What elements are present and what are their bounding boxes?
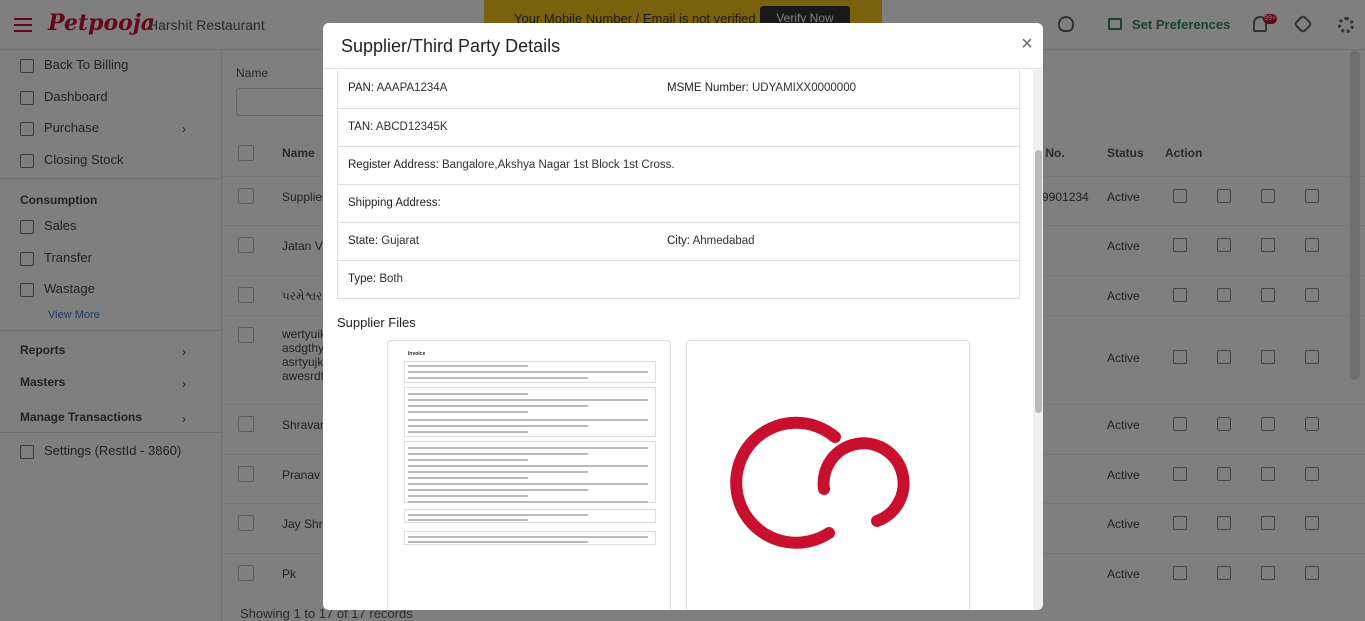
pan-field: PAN: AAAPA1234A [348,82,448,94]
invoice-line [408,465,648,467]
invoice-title: Invoice [408,351,426,357]
invoice-line [408,447,648,449]
invoice-totals-box [404,509,656,523]
invoice-line [408,393,528,395]
invoice-line [408,459,528,461]
invoice-line [408,399,648,401]
invoice-line [408,471,588,473]
invoice-line [408,365,528,367]
details-row: State: Gujarat City: Ahmedabad [338,222,1019,260]
file-card-invoice[interactable]: Invoice [387,340,671,610]
supplier-details-modal: Supplier/Third Party Details × PAN: AAAP… [323,23,1043,610]
invoice-line [408,495,528,497]
details-row: Shipping Address: [338,184,1019,222]
invoice-line [408,453,588,455]
close-icon[interactable]: × [1017,34,1037,54]
city-field: City: Ahmedabad [667,235,755,247]
invoice-tax-box [404,531,656,545]
msme-field: MSME Number: UDYAMIXX0000000 [667,82,856,94]
details-row: Type: Both [338,260,1019,298]
file-card-logo[interactable] [686,340,970,610]
register-address-field: Register Address: Bangalore,Akshya Nagar… [348,159,675,171]
modal-header: Supplier/Third Party Details × [323,23,1043,69]
invoice-line [408,431,528,433]
invoice-line [408,411,528,413]
details-row: PAN: AAAPA1234A MSME Number: UDYAMIXX000… [338,70,1019,108]
details-table: PAN: AAAPA1234A MSME Number: UDYAMIXX000… [337,70,1020,299]
petpooja-logo-icon [730,416,910,549]
tan-field: TAN: ABCD12345K [348,121,448,133]
state-field: State: Gujarat [348,235,419,247]
invoice-line [408,489,588,491]
invoice-line [408,377,588,379]
shipping-address-field: Shipping Address: [348,197,441,209]
modal-body: PAN: AAAPA1234A MSME Number: UDYAMIXX000… [323,70,1033,610]
invoice-line [408,425,588,427]
details-row: TAN: ABCD12345K [338,108,1019,146]
invoice-line [408,477,528,479]
supplier-files-title: Supplier Files [337,315,416,330]
invoice-line [408,405,588,407]
modal-title: Supplier/Third Party Details [341,36,561,56]
modal-scrollbar-thumb[interactable] [1035,150,1042,413]
invoice-line [408,501,648,503]
invoice-thumbnail: Invoice [404,351,656,581]
invoice-line [408,419,648,421]
details-row: Register Address: Bangalore,Akshya Nagar… [338,146,1019,184]
invoice-line [408,483,648,485]
type-field: Type: Both [348,273,404,285]
invoice-line [408,371,648,373]
